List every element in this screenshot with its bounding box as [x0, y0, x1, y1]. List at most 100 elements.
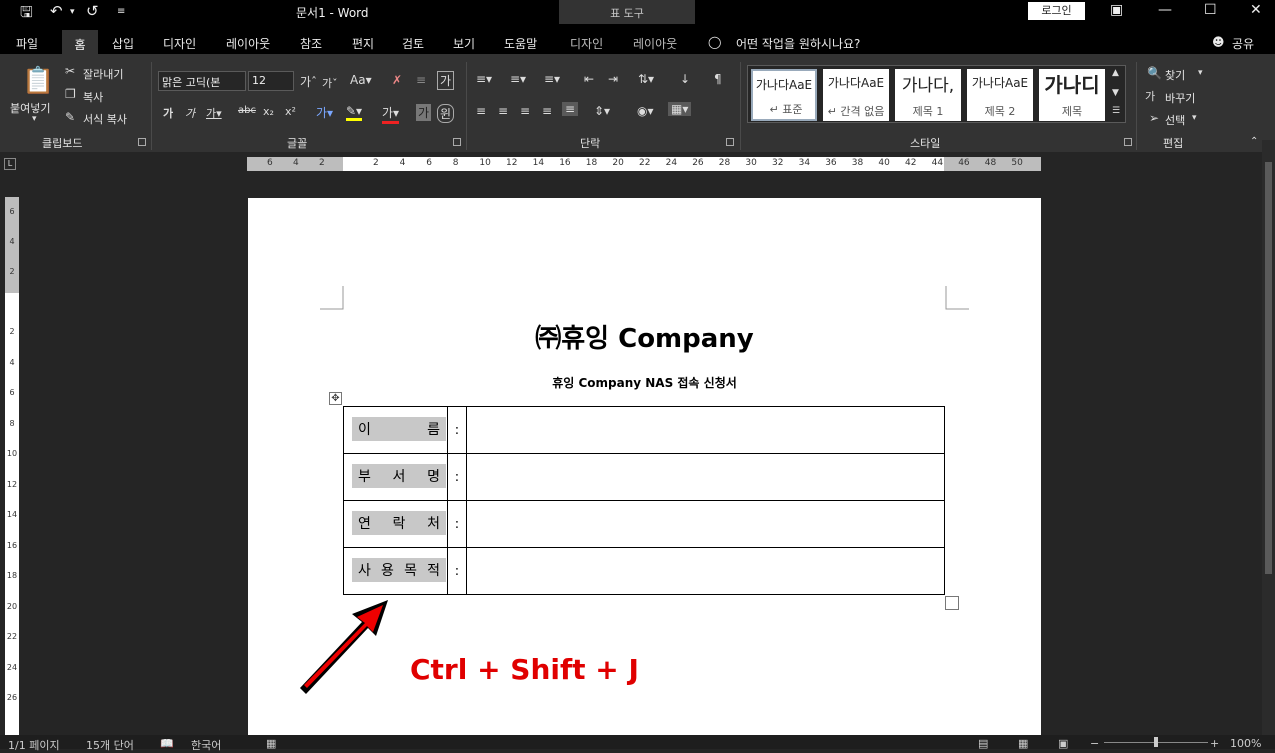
value-cell[interactable] — [468, 548, 944, 595]
replace-button[interactable]: 바꾸기 — [1165, 90, 1195, 106]
change-case-icon[interactable]: Aa▾ — [350, 73, 372, 87]
style-heading-1[interactable]: 가나다, 제목 1 — [895, 69, 961, 121]
multilevel-list-icon[interactable]: ≡▾ — [544, 72, 560, 86]
cut-icon[interactable]: ✂ — [65, 64, 75, 78]
align-right-icon[interactable]: ≡ — [520, 104, 530, 118]
superscript-icon[interactable]: x² — [285, 105, 296, 118]
undo-icon[interactable]: ↶ — [50, 2, 63, 20]
table-row[interactable]: 이름: — [344, 407, 944, 454]
macro-icon[interactable]: ▦ — [266, 737, 276, 750]
style-heading-2[interactable]: 가나다AaE 제목 2 — [967, 69, 1033, 121]
value-cell[interactable] — [468, 501, 944, 547]
cut-button[interactable]: 잘라내기 — [83, 66, 123, 82]
language-indicator[interactable]: 한국어 — [191, 737, 221, 753]
style-title[interactable]: 가나디 제목 — [1039, 69, 1105, 121]
enclose-characters-icon[interactable]: 윈 — [437, 104, 455, 123]
shrink-font-icon[interactable]: 가ˇ — [322, 75, 338, 91]
copy-icon[interactable]: ❐ — [65, 87, 76, 101]
table-row[interactable]: 사용목적: — [344, 548, 944, 595]
styles-scroll-down-icon[interactable]: ▼ — [1112, 88, 1119, 98]
shading-icon[interactable]: ◉▾ — [637, 104, 654, 118]
underline-icon[interactable]: 가▾ — [206, 105, 222, 121]
collapse-ribbon-icon[interactable]: ⌃ — [1250, 136, 1258, 147]
tab-view[interactable]: 보기 — [453, 35, 475, 52]
align-left-icon[interactable]: ≡ — [476, 104, 486, 118]
document-title[interactable]: ㈜휴잉 Company — [248, 318, 1041, 355]
tab-insert[interactable]: 삽입 — [112, 35, 134, 52]
find-button[interactable]: 찾기 — [1165, 67, 1185, 83]
document-subtitle[interactable]: 휴잉 Company NAS 접속 신청서 — [248, 374, 1041, 391]
share-button[interactable]: 공유 — [1232, 35, 1254, 52]
customize-qat-icon[interactable]: ≡ — [117, 6, 125, 17]
sort-icon[interactable]: ↓ — [680, 72, 690, 86]
clipboard-launcher-icon[interactable] — [138, 138, 146, 146]
select-icon[interactable]: ➢ — [1149, 111, 1159, 125]
find-dropdown-icon[interactable]: ▾ — [1198, 68, 1203, 78]
web-layout-icon[interactable]: ▣ — [1058, 737, 1068, 750]
font-size-select[interactable]: 12 — [248, 71, 294, 91]
strikethrough-icon[interactable]: abc — [238, 105, 256, 116]
maximize-icon[interactable]: ☐ — [1204, 2, 1217, 18]
italic-icon[interactable]: 가 — [185, 105, 195, 121]
tab-help[interactable]: 도움말 — [504, 35, 537, 52]
tab-file[interactable]: 파일 — [16, 35, 38, 52]
tab-mailings[interactable]: 편지 — [352, 35, 374, 52]
close-icon[interactable]: ✕ — [1250, 2, 1262, 18]
increase-indent-icon[interactable]: ⇥ — [608, 72, 618, 86]
scrollbar-thumb[interactable] — [1265, 162, 1272, 574]
proofing-icon[interactable]: 📖 — [160, 737, 174, 750]
format-painter-button[interactable]: 서식 복사 — [83, 111, 127, 127]
character-border-icon[interactable]: 가 — [437, 71, 455, 90]
styles-scroll-up-icon[interactable]: ▲ — [1112, 68, 1119, 78]
label-cell[interactable]: 부서명 — [344, 454, 448, 500]
login-button[interactable]: 로그인 — [1028, 2, 1085, 20]
text-effects-icon[interactable]: 가▾ — [316, 104, 333, 121]
value-cell[interactable] — [468, 407, 944, 453]
styles-launcher-icon[interactable] — [1124, 138, 1132, 146]
undo-dropdown-icon[interactable]: ▾ — [70, 7, 75, 17]
table-row[interactable]: 연 락 처: — [344, 501, 944, 548]
font-launcher-icon[interactable] — [453, 138, 461, 146]
paragraph-launcher-icon[interactable] — [726, 138, 734, 146]
paste-icon[interactable]: 📋 — [22, 66, 54, 96]
select-dropdown-icon[interactable]: ▾ — [1192, 113, 1197, 123]
character-shading-icon[interactable]: 가 — [416, 104, 432, 121]
page-count[interactable]: 1/1 페이지 — [8, 737, 60, 753]
tab-review[interactable]: 검토 — [402, 35, 424, 52]
zoom-in-icon[interactable]: + — [1210, 737, 1219, 750]
zoom-level[interactable]: 100% — [1230, 737, 1261, 750]
clear-formatting-icon[interactable]: ✗ — [392, 73, 402, 87]
format-painter-icon[interactable]: ✎ — [65, 110, 75, 124]
replace-icon[interactable]: 가 — [1145, 88, 1155, 104]
tab-layout[interactable]: 레이아웃 — [226, 35, 270, 52]
font-color-icon[interactable]: 가▾ — [382, 104, 400, 124]
highlight-icon[interactable]: ✎▾ — [346, 104, 363, 121]
vertical-scrollbar[interactable] — [1262, 140, 1275, 735]
vertical-ruler[interactable]: 6 4 2 2 4 6 8 10 12 14 16 18 20 22 24 26 — [5, 197, 19, 737]
label-cell[interactable]: 이름 — [344, 407, 448, 453]
tab-design[interactable]: 디자인 — [163, 35, 196, 52]
borders-icon[interactable]: ▦▾ — [668, 102, 692, 116]
redo-icon[interactable]: ↺ — [86, 2, 99, 20]
tab-table-design[interactable]: 디자인 — [570, 35, 603, 52]
distributed-icon[interactable]: ≡ — [562, 102, 579, 116]
tab-references[interactable]: 참조 — [300, 35, 322, 52]
bullets-icon[interactable]: ≡▾ — [476, 72, 492, 86]
paste-dropdown-icon[interactable]: ▾ — [32, 114, 37, 124]
zoom-slider-thumb[interactable] — [1154, 737, 1158, 747]
decrease-indent-icon[interactable]: ⇤ — [584, 72, 594, 86]
ribbon-display-icon[interactable]: ▣ — [1110, 2, 1123, 18]
line-spacing-icon[interactable]: ⇕▾ — [594, 104, 610, 118]
label-cell[interactable]: 연락처 — [344, 501, 448, 547]
text-direction-icon[interactable]: ⇅▾ — [638, 72, 654, 86]
read-mode-icon[interactable]: ▤ — [978, 737, 988, 750]
document-page[interactable]: ㈜휴잉 Company 휴잉 Company NAS 접속 신청서 ✥ 이름:부… — [248, 198, 1041, 749]
grow-font-icon[interactable]: 가ˆ — [300, 73, 317, 90]
horizontal-ruler[interactable]: 6 4 2 2 4 6 8 10 12 14 16 18 20 22 24 26 28 30 32 34 36 38 40 4… — [247, 157, 1041, 171]
justify-icon[interactable]: ≡ — [542, 104, 552, 118]
phonetic-guide-icon[interactable]: ≡ — [416, 73, 426, 87]
style-normal[interactable]: 가나다AaE ↵ 표준 — [751, 69, 817, 121]
tab-home[interactable]: 홈 — [62, 30, 98, 54]
style-no-spacing[interactable]: 가나다AaE ↵ 간격 없음 — [823, 69, 889, 121]
zoom-out-icon[interactable]: − — [1090, 737, 1099, 750]
